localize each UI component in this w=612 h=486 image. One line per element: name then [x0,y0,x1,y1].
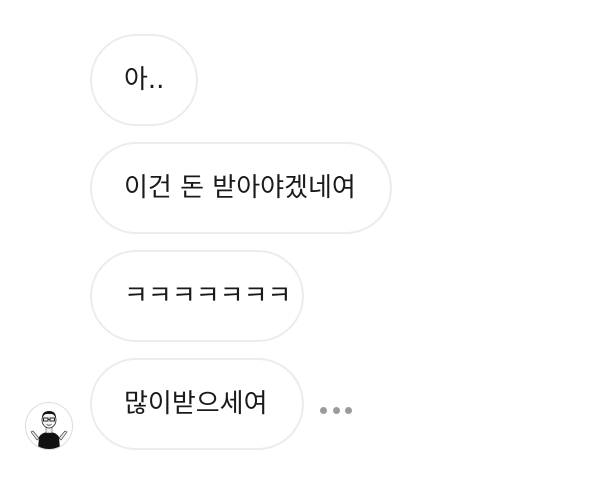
message-text: 아.. [124,65,165,95]
message-bubble[interactable]: 아.. [90,34,198,126]
message-bubble[interactable]: 이건 돈 받아야겠네여 [90,142,392,234]
ellipsis-icon [345,406,352,414]
sender-avatar[interactable] [25,402,73,450]
message-text: 많이받으세여 [124,389,268,419]
message-text: 이건 돈 받아야겠네여 [124,173,356,203]
message-text: ㅋㅋㅋㅋㅋㅋㅋ [124,281,292,311]
message-bubble[interactable]: 많이받으세여 [90,358,304,450]
more-options-button[interactable] [320,398,352,422]
ellipsis-icon [332,406,340,414]
message-bubble[interactable]: ㅋㅋㅋㅋㅋㅋㅋ [90,250,304,342]
person-avatar-icon [30,411,68,449]
ellipsis-icon [320,406,327,414]
